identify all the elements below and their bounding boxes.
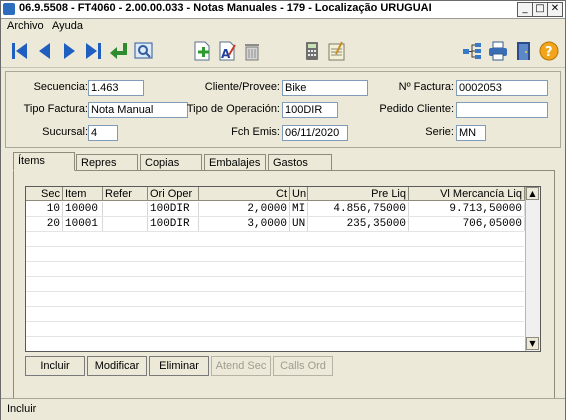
tipo-operacion-field[interactable]: 100DIR	[282, 102, 338, 118]
new-record-icon[interactable]	[191, 40, 213, 62]
incluir-button[interactable]: Incluir	[25, 356, 85, 376]
table-cell-item[interactable]: 10000	[63, 202, 103, 216]
table-cell-refer[interactable]	[103, 202, 148, 216]
column-header-item[interactable]: Item	[63, 187, 103, 201]
tab-embalajes[interactable]: Embalajes	[204, 154, 266, 170]
next-record-icon[interactable]	[58, 40, 80, 62]
tab-copias[interactable]: Copias	[140, 154, 202, 170]
sucursal-field[interactable]: 4	[88, 125, 118, 141]
table-cell-ct[interactable]: 2,0000	[199, 202, 290, 216]
main-content: Secuencia: 1.463 Cliente/Provee: Bike Nº…	[1, 68, 565, 400]
modificar-button[interactable]: Modificar	[87, 356, 147, 376]
items-grid[interactable]: Sec Item Refer Ori Oper Ct Un Pre Liq Vl…	[25, 186, 541, 352]
row-divider	[26, 306, 524, 307]
edit-record-icon[interactable]: A	[216, 40, 238, 62]
items-panel: Sec Item Refer Ori Oper Ct Un Pre Liq Vl…	[13, 170, 555, 400]
fch-emis-field[interactable]: 06/11/2020	[282, 125, 348, 141]
table-cell-pre-liq[interactable]: 235,35000	[308, 217, 409, 231]
serie-label: Serie:	[425, 126, 454, 138]
column-header-pre-liq[interactable]: Pre Liq	[308, 187, 409, 201]
table-cell-sec[interactable]: 20	[26, 217, 63, 231]
notes-icon[interactable]	[326, 40, 348, 62]
minimize-button[interactable]: _	[517, 2, 533, 17]
tab-repres[interactable]: Repres	[76, 154, 138, 170]
cliente-field[interactable]: Bike	[282, 80, 368, 96]
row-divider	[26, 321, 524, 322]
column-header-refer[interactable]: Refer	[103, 187, 148, 201]
row-divider	[26, 336, 524, 337]
table-cell-vl-mercancia-liq[interactable]: 706,05000	[409, 217, 525, 231]
tipo-factura-label: Tipo Factura:	[23, 103, 88, 115]
tab-items[interactable]: Ítems	[13, 152, 75, 171]
table-cell-vl-mercancia-liq[interactable]: 9.713,50000	[409, 202, 525, 216]
column-header-vl-mercancia-liq[interactable]: Vl Mercancía Liq	[409, 187, 525, 201]
table-cell-ori-oper[interactable]: 100DIR	[148, 202, 199, 216]
column-header-sec[interactable]: Sec	[26, 187, 63, 201]
table-cell-refer[interactable]	[103, 217, 148, 231]
pedido-cliente-label: Pedido Cliente:	[379, 103, 454, 115]
row-divider	[26, 276, 524, 277]
serie-field[interactable]: MN	[456, 125, 486, 141]
row-divider	[26, 216, 524, 217]
status-bar: Incluir	[1, 398, 565, 420]
search-preview-icon[interactable]	[133, 40, 155, 62]
toolbar: A ?	[1, 35, 565, 68]
window-title: 06.9.5508 - FT4060 - 2.00.00.033 - Notas…	[19, 2, 432, 14]
menu-archivo[interactable]: Archivo	[7, 20, 44, 32]
table-cell-un[interactable]: UN	[290, 217, 308, 231]
nro-factura-label: Nº Factura:	[398, 81, 454, 93]
sucursal-label: Sucursal:	[42, 126, 88, 138]
maximize-button[interactable]: □	[532, 2, 548, 17]
confirm-enter-icon[interactable]	[108, 40, 130, 62]
app-icon	[3, 3, 15, 15]
menu-bar: Archivo Ayuda	[1, 19, 565, 35]
column-header-un[interactable]: Un	[290, 187, 308, 201]
tab-gastos[interactable]: Gastos	[268, 154, 332, 170]
exit-door-icon[interactable]	[513, 40, 535, 62]
tree-structure-icon[interactable]	[461, 40, 483, 62]
scroll-down-icon[interactable]: ▼	[526, 337, 539, 350]
help-icon[interactable]: ?	[538, 40, 560, 62]
last-record-icon[interactable]	[82, 40, 104, 62]
title-bar: 06.9.5508 - FT4060 - 2.00.00.033 - Notas…	[1, 1, 565, 19]
secuencia-label: Secuencia:	[33, 81, 88, 93]
row-divider	[26, 261, 524, 262]
header-form: Secuencia: 1.463 Cliente/Provee: Bike Nº…	[5, 71, 561, 148]
vertical-scrollbar[interactable]: ▲ ▼	[525, 187, 540, 351]
column-header-ct[interactable]: Ct	[199, 187, 290, 201]
fch-emis-label: Fch Emis:	[231, 126, 280, 138]
close-button[interactable]: ✕	[547, 2, 563, 17]
row-divider	[26, 231, 524, 232]
tipo-operacion-label: Tipo de Operación:	[186, 103, 280, 115]
table-cell-ct[interactable]: 3,0000	[199, 217, 290, 231]
cliente-label: Cliente/Provee:	[204, 81, 280, 93]
secuencia-field[interactable]: 1.463	[88, 80, 144, 96]
scroll-up-icon[interactable]: ▲	[526, 187, 539, 200]
printer-icon[interactable]	[487, 40, 509, 62]
table-cell-sec[interactable]: 10	[26, 202, 63, 216]
delete-record-icon[interactable]	[241, 40, 263, 62]
first-record-icon[interactable]	[9, 40, 31, 62]
nro-factura-field[interactable]: 0002053	[456, 80, 548, 96]
application-window: 06.9.5508 - FT4060 - 2.00.00.033 - Notas…	[0, 0, 566, 420]
calls-ord-button[interactable]: Calls Ord	[273, 356, 333, 376]
eliminar-button[interactable]: Eliminar	[149, 356, 209, 376]
tipo-factura-field[interactable]: Nota Manual	[88, 102, 188, 118]
table-cell-pre-liq[interactable]: 4.856,75000	[308, 202, 409, 216]
table-cell-ori-oper[interactable]: 100DIR	[148, 217, 199, 231]
row-divider	[26, 246, 524, 247]
status-text: Incluir	[7, 403, 37, 415]
table-cell-item[interactable]: 10001	[63, 217, 103, 231]
pedido-cliente-field[interactable]	[456, 102, 548, 118]
menu-ayuda[interactable]: Ayuda	[52, 20, 83, 32]
column-header-ori-oper[interactable]: Ori Oper	[148, 187, 199, 201]
calculator-icon[interactable]	[301, 40, 323, 62]
atend-sec-button[interactable]: Atend Sec	[211, 356, 271, 376]
row-divider	[26, 291, 524, 292]
table-cell-un[interactable]: MI	[290, 202, 308, 216]
previous-record-icon[interactable]	[34, 40, 56, 62]
help-glyph: ?	[545, 45, 553, 60]
